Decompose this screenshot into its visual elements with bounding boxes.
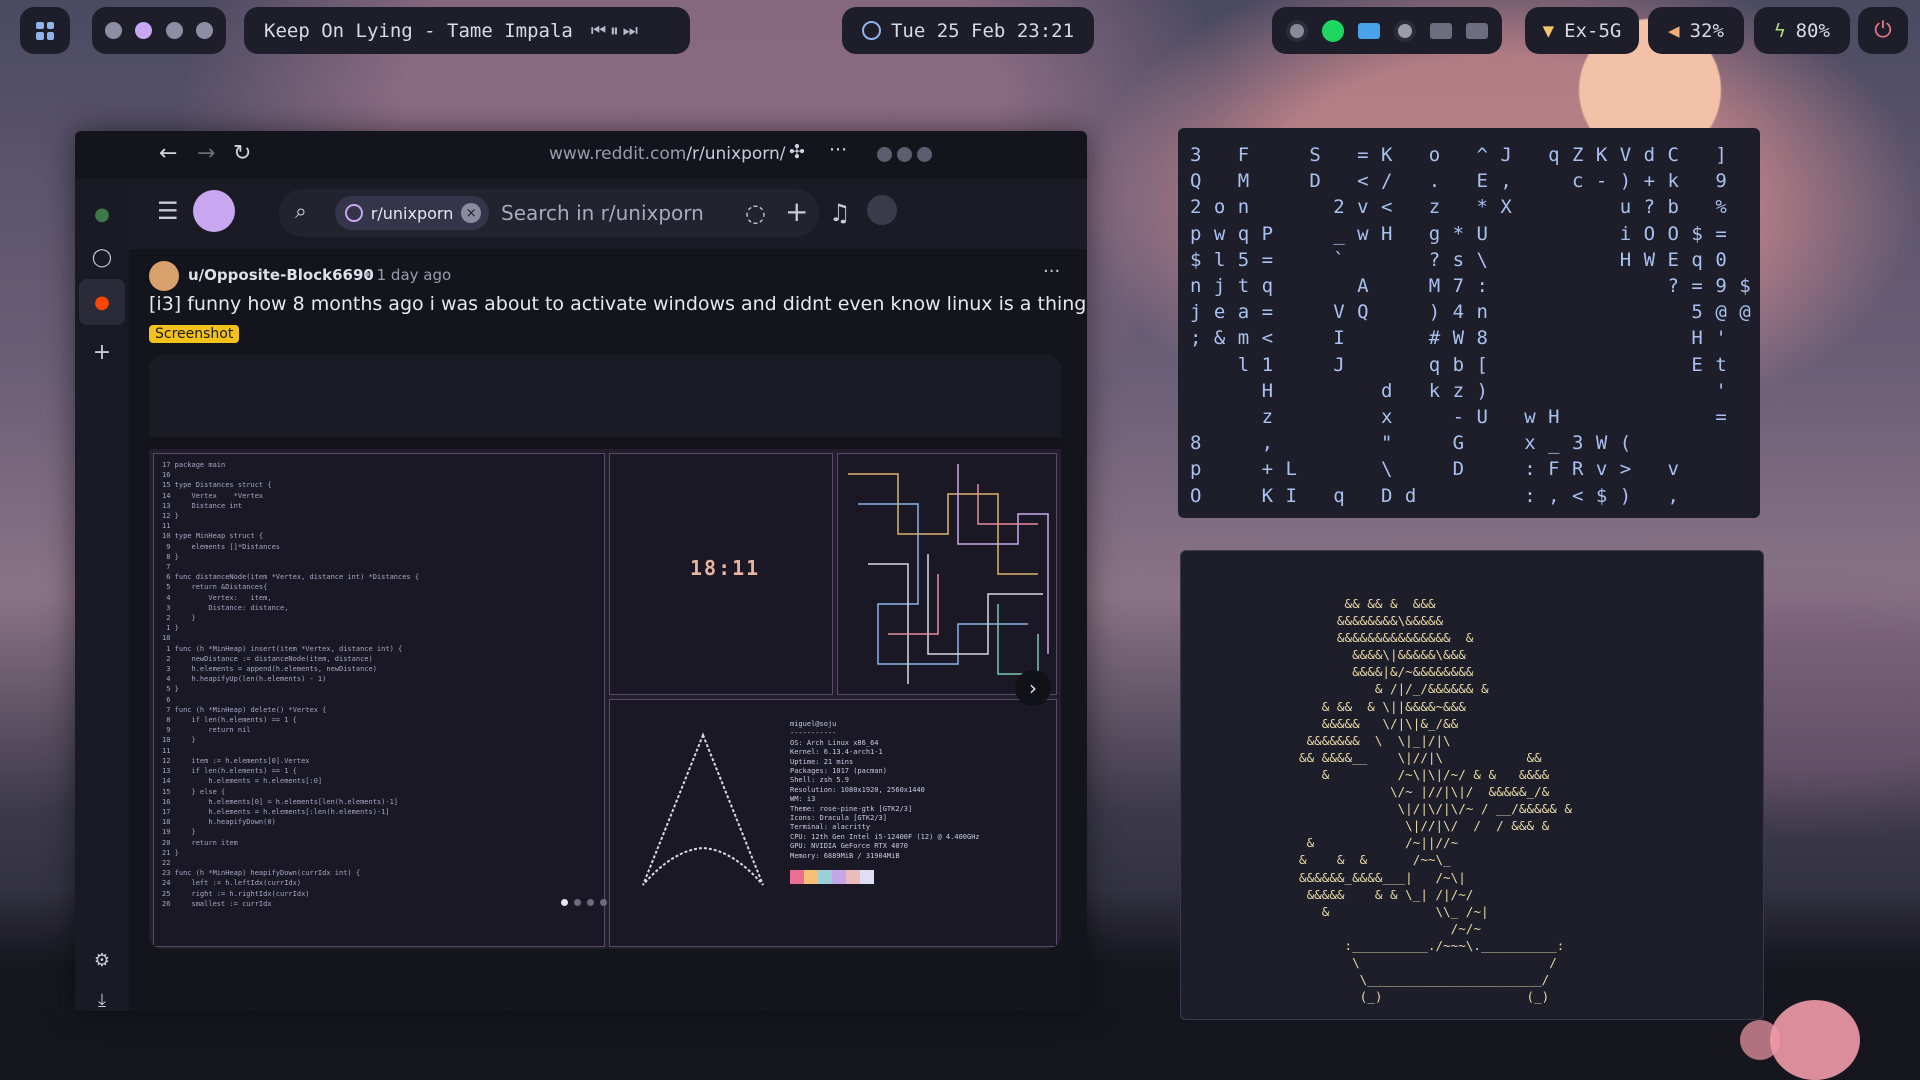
- neofetch-info: miguel@soju ----------- OS: Arch Linux x…: [790, 720, 980, 860]
- workspace-dot-active[interactable]: [135, 22, 153, 39]
- screenshot-image: 17 package main 16 15 type Distances str…: [149, 437, 1061, 949]
- spotify-tray-icon[interactable]: [1322, 19, 1344, 42]
- terminal-tray-icon[interactable]: [1430, 22, 1452, 39]
- post-title[interactable]: [i3] funny how 8 months ago i was about …: [149, 293, 1086, 315]
- avatar[interactable]: [149, 261, 179, 291]
- pipes-art: [848, 464, 1049, 684]
- post-options-icon[interactable]: ···: [1043, 261, 1060, 282]
- download-icon[interactable]: ⤓: [87, 985, 117, 1011]
- volume-icon: ◀: [1668, 19, 1680, 42]
- screenshot-code: 17 package main 16 15 type Distances str…: [162, 461, 420, 908]
- wifi-widget[interactable]: ▼ Ex-5G: [1525, 7, 1639, 54]
- song-title: Keep On Lying - Tame Impala: [264, 19, 573, 42]
- wallpaper-flower: [1740, 1020, 1780, 1060]
- ascii-bonsai: && && & &&& &&&&&&&&\&&&&& &&&&&&&&&&&&&…: [1299, 596, 1572, 1005]
- address-bar: ← → ↻ www.reddit.com/r/unixporn/ ✣ ···: [129, 131, 1087, 179]
- maximize-button[interactable]: [897, 147, 912, 162]
- matrix-text: 3 F S = K o ^ J q Z K V d C ] Q M D < / …: [1190, 144, 1752, 507]
- previous-track-icon[interactable]: ⏮: [591, 21, 610, 41]
- create-post-icon[interactable]: +: [785, 195, 808, 228]
- close-button[interactable]: [917, 147, 932, 162]
- steam-tray-icon[interactable]: [1394, 19, 1416, 42]
- battery-level: 80%: [1795, 19, 1830, 42]
- power-icon: ⏻: [1874, 18, 1892, 43]
- reddit-header: ☰ ⌕ r/unixporn × Search in r/unixporn ◌ …: [129, 179, 1087, 249]
- browser-sidebar: ● ◯ ● + ⚙ ⤓: [75, 179, 129, 1011]
- workspace-dot[interactable]: [165, 22, 183, 39]
- display-tray-icon[interactable]: [1358, 22, 1380, 39]
- post-media[interactable]: 17 package main 16 15 type Distances str…: [149, 355, 1061, 949]
- notification-bell-icon[interactable]: ♫: [829, 199, 851, 227]
- forward-icon[interactable]: →: [197, 141, 215, 166]
- settings-icon[interactable]: ⚙: [87, 945, 117, 975]
- battery-widget[interactable]: ϟ 80%: [1754, 7, 1850, 54]
- screenshot-neofetch-pane: miguel@soju ----------- OS: Arch Linux x…: [609, 699, 1057, 947]
- terminal-tray-icon[interactable]: [1466, 22, 1488, 39]
- media-player: Keep On Lying - Tame Impala ⏮⏸⏭: [244, 7, 690, 54]
- wifi-icon: ▼: [1542, 19, 1555, 42]
- wallpaper-flower: [1770, 1000, 1860, 1080]
- screenshot-topbar: [149, 437, 1061, 449]
- arch-logo: [642, 732, 764, 886]
- add-tab-icon[interactable]: +: [87, 337, 117, 367]
- user-avatar[interactable]: [867, 195, 897, 225]
- url-field[interactable]: www.reddit.com/r/unixporn/: [549, 144, 785, 164]
- next-image-button[interactable]: ›: [1015, 670, 1051, 706]
- back-icon[interactable]: ←: [159, 141, 177, 166]
- color-palette: [790, 870, 874, 884]
- leaf-icon[interactable]: ●: [87, 199, 117, 229]
- url-host: www.reddit.com: [549, 144, 687, 164]
- more-icon[interactable]: ···: [829, 139, 847, 161]
- subreddit-chip[interactable]: r/unixporn ×: [335, 196, 489, 230]
- lightning-icon: ϟ: [1774, 19, 1786, 42]
- remove-chip-icon[interactable]: ×: [461, 203, 481, 223]
- workspace-dot[interactable]: [105, 22, 123, 39]
- post-card: u/Opposite-Block6690 • 1 day ago ··· [i3…: [129, 249, 1087, 1011]
- ascii-terminal[interactable]: && && & &&& &&&&&&&&\&&&&& &&&&&&&&&&&&&…: [1180, 550, 1764, 1020]
- reddit-tab-icon[interactable]: ●: [79, 279, 125, 325]
- browser-window: ● ◯ ● + ⚙ ⤓ ← → ↻ www.reddit.com/r/unixp…: [75, 131, 1087, 1011]
- url-path: /r/unixporn/: [686, 144, 786, 164]
- pause-icon[interactable]: ⏸: [610, 21, 623, 41]
- datetime-text: Tue 25 Feb 23:21: [890, 19, 1075, 42]
- wifi-label: Ex-5G: [1564, 19, 1622, 42]
- search-icon: ⌕: [295, 199, 307, 223]
- status-bar: Keep On Lying - Tame Impala ⏮⏸⏭ Tue 25 F…: [0, 0, 1920, 62]
- menu-icon[interactable]: ☰: [157, 197, 179, 225]
- clock-icon: [861, 21, 881, 40]
- reload-icon[interactable]: ↻: [233, 141, 251, 166]
- post-flair[interactable]: Screenshot: [149, 325, 240, 343]
- screenshot-code-pane: 17 package main 16 15 type Distances str…: [153, 453, 605, 947]
- volume-level: 32%: [1689, 19, 1724, 42]
- clock-widget[interactable]: Tue 25 Feb 23:21: [842, 7, 1094, 54]
- workspace-indicator: [92, 7, 226, 54]
- minimize-button[interactable]: [877, 147, 892, 162]
- search-input[interactable]: Search in r/unixporn: [501, 201, 704, 225]
- screenshot-pipes-pane: [837, 453, 1057, 695]
- globe-icon[interactable]: ◯: [87, 242, 117, 272]
- search-bar[interactable]: ⌕ r/unixporn × Search in r/unixporn: [279, 189, 819, 237]
- next-track-icon[interactable]: ⏭: [623, 21, 642, 41]
- volume-widget[interactable]: ◀ 32%: [1648, 7, 1744, 54]
- launcher-button[interactable]: [20, 7, 70, 54]
- gallery-pager[interactable]: [561, 899, 607, 906]
- reddit-logo-icon[interactable]: [193, 190, 235, 232]
- obs-tray-icon[interactable]: [1286, 19, 1308, 42]
- system-tray: [1272, 7, 1502, 54]
- screenshot-clock-pane: 18:11: [609, 453, 833, 695]
- subreddit-icon: [345, 204, 363, 222]
- extension-icon[interactable]: ✣: [789, 141, 805, 163]
- grid-icon: [36, 21, 54, 40]
- power-button[interactable]: ⏻: [1858, 7, 1908, 54]
- chat-icon[interactable]: ◌: [745, 199, 766, 227]
- post-time: • 1 day ago: [363, 266, 452, 284]
- post-author[interactable]: u/Opposite-Block6690: [188, 266, 374, 284]
- subreddit-chip-label: r/unixporn: [370, 203, 454, 223]
- screenshot-clock: 18:11: [690, 556, 761, 580]
- workspace-dot[interactable]: [195, 22, 213, 39]
- matrix-terminal[interactable]: 3 F S = K o ^ J q Z K V d C ] Q M D < / …: [1178, 128, 1760, 518]
